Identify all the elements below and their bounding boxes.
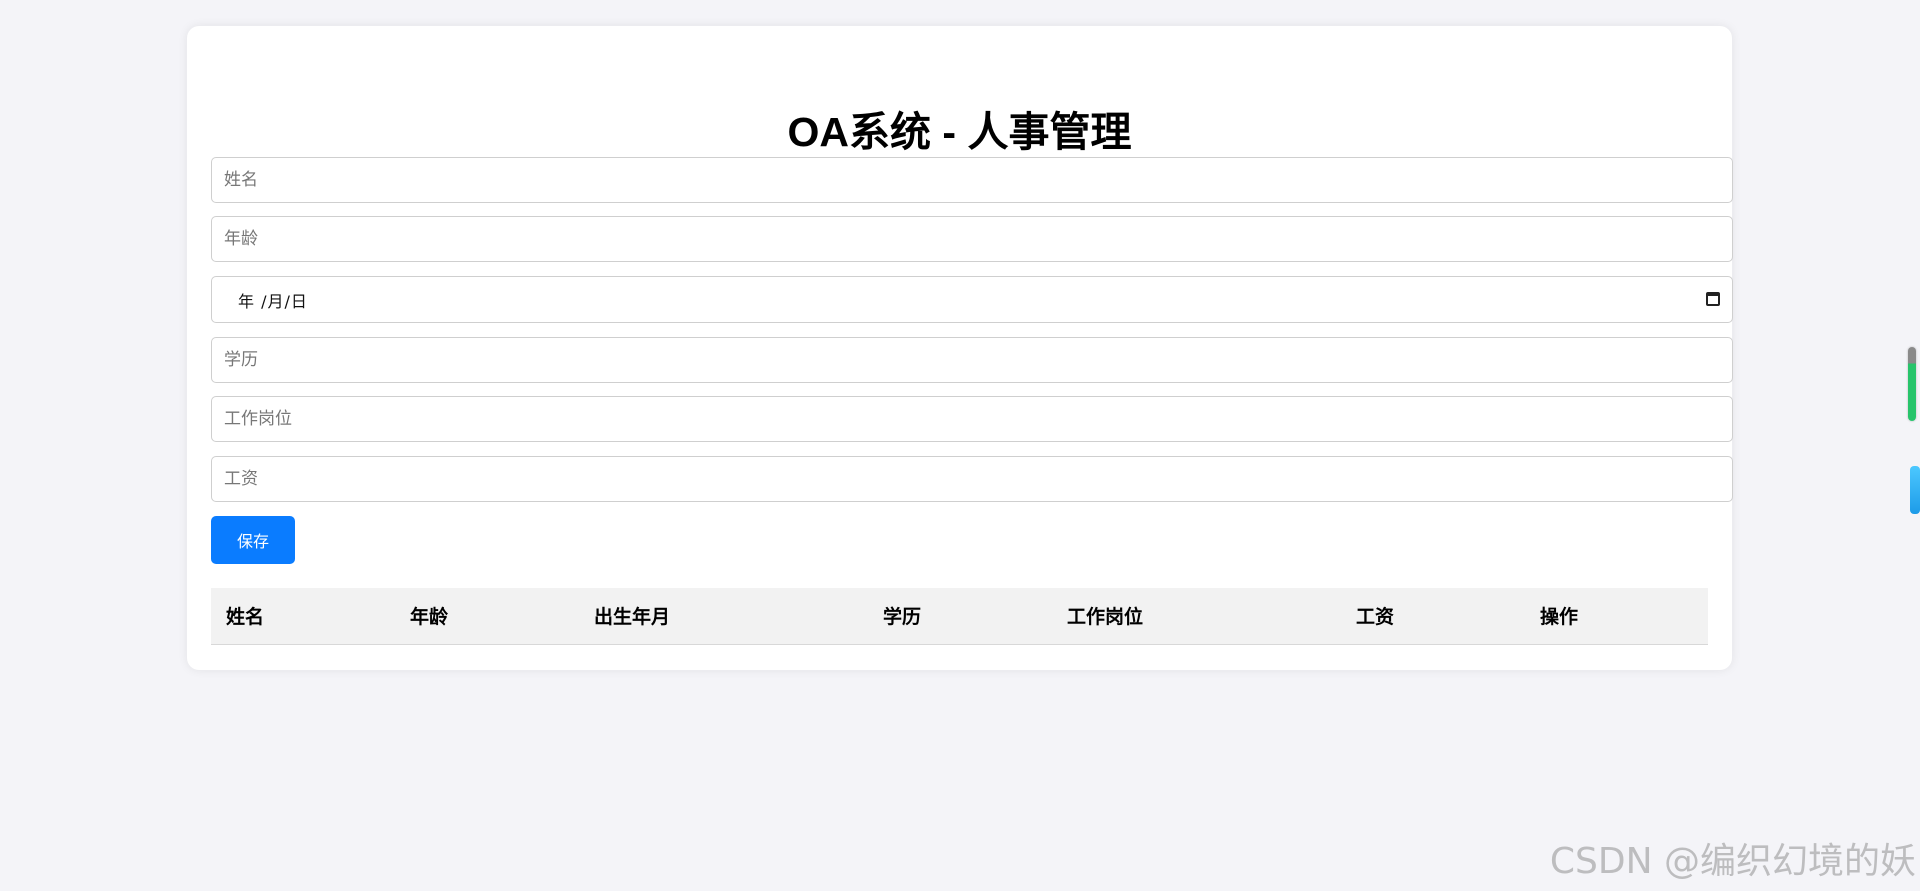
column-header-birth-date: 出生年月 <box>579 588 868 645</box>
education-input[interactable] <box>211 337 1733 383</box>
page: OA系统 - 人事管理 年 /月/日 保存 姓名 年龄 出生年月 学历 工作岗位… <box>0 0 1920 891</box>
side-floating-tab[interactable] <box>1910 466 1920 514</box>
side-scroll-widget[interactable] <box>1908 347 1916 421</box>
column-header-actions: 操作 <box>1525 588 1708 645</box>
salary-input[interactable] <box>211 456 1733 502</box>
name-input[interactable] <box>211 157 1733 203</box>
column-header-education: 学历 <box>868 588 1052 645</box>
column-header-position: 工作岗位 <box>1052 588 1341 645</box>
column-header-salary: 工资 <box>1341 588 1525 645</box>
birth-date-input[interactable]: 年 /月/日 <box>211 276 1733 323</box>
main-card: OA系统 - 人事管理 年 /月/日 保存 姓名 年龄 出生年月 学历 工作岗位… <box>187 26 1733 670</box>
calendar-icon[interactable] <box>1706 292 1720 306</box>
age-input[interactable] <box>211 216 1733 262</box>
position-input[interactable] <box>211 396 1733 442</box>
page-title: OA系统 - 人事管理 <box>787 109 1132 155</box>
column-header-age: 年龄 <box>395 588 579 645</box>
column-header-name: 姓名 <box>211 588 395 645</box>
employee-table: 姓名 年龄 出生年月 学历 工作岗位 工资 操作 <box>211 588 1708 645</box>
birth-date-display: 年 /月/日 <box>238 291 308 311</box>
table-header-row: 姓名 年龄 出生年月 学历 工作岗位 工资 操作 <box>211 588 1708 645</box>
save-button[interactable]: 保存 <box>211 516 295 564</box>
watermark: CSDN @编织幻境的妖 <box>1549 841 1916 882</box>
